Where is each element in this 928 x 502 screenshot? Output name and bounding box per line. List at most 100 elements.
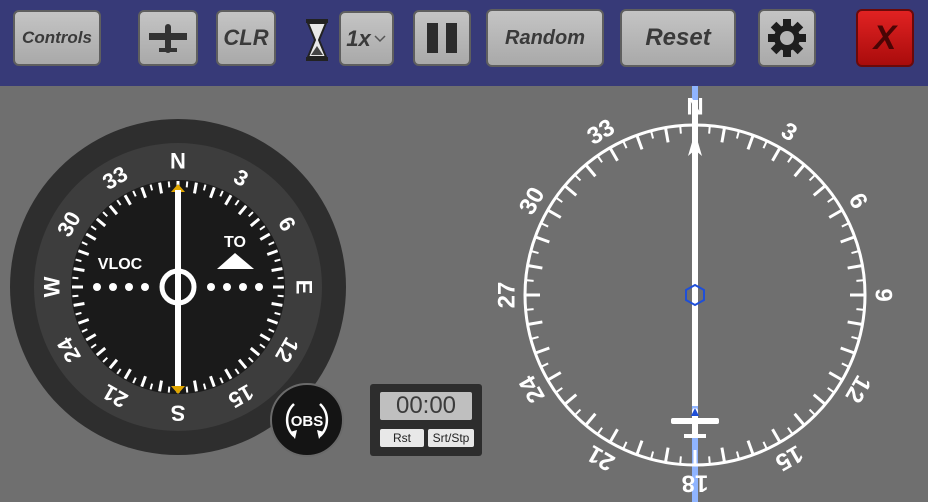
airplane-icon bbox=[149, 24, 187, 53]
compass-tick bbox=[277, 294, 284, 298]
settings-button[interactable] bbox=[758, 9, 816, 67]
compass-tick bbox=[73, 302, 85, 307]
compass-tick bbox=[622, 441, 628, 450]
compass-tick bbox=[735, 451, 740, 460]
compass-tick bbox=[622, 140, 628, 149]
compass-tick bbox=[771, 428, 782, 443]
hourglass-icon bbox=[306, 19, 328, 61]
compass-tick bbox=[851, 250, 860, 255]
compass-tick bbox=[584, 163, 597, 178]
compass-tick bbox=[193, 182, 198, 194]
speed-select[interactable]: 1x bbox=[339, 11, 394, 66]
compass-tick bbox=[762, 441, 768, 450]
compass-tick bbox=[746, 134, 755, 150]
timer-display: 00:00 bbox=[380, 392, 472, 420]
compass-label: 27 bbox=[495, 282, 521, 309]
compass-tick bbox=[540, 222, 549, 228]
reset-button[interactable]: Reset bbox=[620, 9, 736, 67]
compass-tick bbox=[812, 393, 827, 406]
compass-tick bbox=[635, 134, 644, 150]
compass-tick bbox=[664, 127, 670, 143]
compass-tick bbox=[808, 408, 816, 416]
compass-tick bbox=[856, 308, 865, 311]
compass-tick bbox=[527, 320, 543, 326]
compass-tick bbox=[771, 147, 782, 162]
compass-tick bbox=[185, 181, 189, 188]
compass-label: 18 bbox=[682, 470, 709, 497]
vloc-label: VLOC bbox=[98, 256, 143, 273]
clr-button[interactable]: CLR bbox=[216, 10, 276, 66]
compass-tick bbox=[679, 456, 682, 465]
compass-tick bbox=[584, 412, 597, 427]
compass-tick bbox=[555, 387, 563, 394]
compass-label: E bbox=[292, 280, 317, 295]
compass-tick bbox=[193, 380, 198, 392]
compass-tick bbox=[828, 208, 843, 219]
compass-tick bbox=[828, 371, 843, 382]
timer-start-stop-button[interactable]: Srt/Stp bbox=[428, 429, 474, 447]
compass-tick bbox=[827, 387, 835, 394]
pause-icon bbox=[427, 23, 457, 53]
compass-tick bbox=[596, 155, 603, 163]
compass-tick bbox=[547, 371, 562, 382]
compass-tick bbox=[851, 335, 860, 340]
compass-tick bbox=[746, 440, 755, 456]
compass-tick bbox=[555, 196, 563, 203]
compass-tick bbox=[73, 267, 85, 272]
compass-tick bbox=[596, 427, 603, 435]
compass-tick bbox=[840, 346, 856, 355]
compass-tick bbox=[608, 147, 619, 162]
compass-tick bbox=[277, 276, 284, 280]
timer-panel: 00:00 Rst Srt/Stp bbox=[370, 384, 482, 456]
compass-tick bbox=[808, 174, 816, 182]
compass-tick bbox=[720, 447, 726, 463]
speed-value: 1x bbox=[346, 25, 371, 51]
compass-tick bbox=[664, 447, 670, 463]
compass-tick bbox=[650, 451, 655, 460]
compass-tick bbox=[574, 174, 582, 182]
compass-tick bbox=[608, 428, 619, 443]
controls-button[interactable]: Controls bbox=[13, 10, 101, 66]
aircraft-button[interactable] bbox=[138, 10, 198, 66]
compass-tick bbox=[158, 380, 163, 392]
compass-tick bbox=[574, 408, 582, 416]
compass-tick bbox=[720, 127, 726, 143]
compass-tick bbox=[679, 125, 682, 134]
chevron-down-icon bbox=[374, 34, 386, 42]
compass-label: N bbox=[170, 149, 186, 174]
compass-label: 6 bbox=[843, 188, 873, 213]
compass-tick bbox=[72, 276, 79, 280]
compass-tick bbox=[847, 264, 863, 270]
compass-tick bbox=[72, 294, 79, 298]
compass-label: 9 bbox=[870, 288, 897, 301]
compass-tick bbox=[525, 279, 534, 282]
compass-tick bbox=[527, 264, 543, 270]
compass-tick bbox=[540, 362, 549, 368]
random-button[interactable]: Random bbox=[486, 9, 604, 67]
compass-tick bbox=[563, 184, 578, 197]
compass-tick bbox=[635, 440, 644, 456]
compass-tick bbox=[708, 125, 711, 134]
compass-label: S bbox=[171, 401, 186, 426]
compass-tick bbox=[530, 250, 539, 255]
compass-tick bbox=[812, 184, 827, 197]
compass-tick bbox=[787, 427, 794, 435]
compass-tick bbox=[534, 346, 550, 355]
toolbar: Controls CLR 1x Random Reset X bbox=[0, 0, 928, 86]
obs-label: OBS bbox=[291, 413, 324, 430]
to-from-label: TO bbox=[224, 234, 246, 251]
timer-reset-button[interactable]: Rst bbox=[380, 429, 424, 447]
compass-tick bbox=[827, 196, 835, 203]
compass-tick bbox=[185, 386, 189, 393]
vor-indicator: N36E1215S2124W3033 VLOC TO OBS bbox=[10, 119, 346, 457]
compass-tick bbox=[530, 335, 539, 340]
close-button[interactable]: X bbox=[856, 9, 914, 67]
compass-label: 3 bbox=[776, 117, 801, 147]
compass-tick bbox=[525, 308, 534, 311]
compass-label: W bbox=[40, 276, 65, 297]
pause-button[interactable] bbox=[413, 10, 471, 66]
obs-knob[interactable]: OBS bbox=[270, 383, 344, 457]
compass-tick bbox=[787, 155, 794, 163]
compass-tick bbox=[534, 235, 550, 244]
compass-tick bbox=[841, 222, 850, 228]
